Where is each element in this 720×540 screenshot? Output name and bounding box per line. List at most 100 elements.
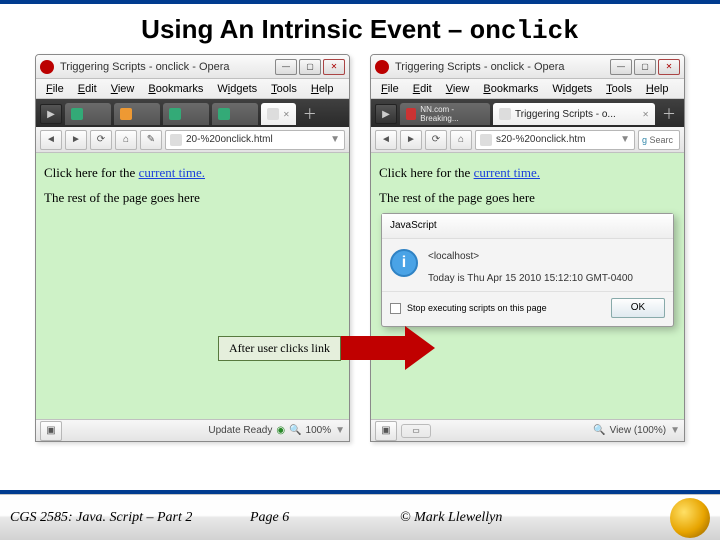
menu-edit[interactable]: Edit — [407, 81, 438, 97]
window-buttons: — ▢ ✕ — [275, 59, 345, 75]
tab-active[interactable]: Triggering Scripts - o... ✕ — [493, 103, 655, 125]
forward-button[interactable]: ► — [400, 130, 422, 150]
tab-favicon — [499, 108, 511, 120]
slide-footer: CGS 2585: Java. Script – Part 2 Page 6 ©… — [0, 490, 720, 540]
tab-bar: ▶ NN.com - Breaking... Triggering Script… — [371, 99, 684, 127]
new-tab-button[interactable]: ＋ — [299, 104, 321, 124]
zoom-value: 100% — [306, 425, 332, 436]
tab-label: Triggering Scripts - o... — [515, 109, 616, 120]
menu-widgets[interactable]: Widgets — [211, 81, 263, 97]
address-favicon — [480, 134, 492, 146]
menu-file[interactable]: File — [375, 81, 405, 97]
page-line-1: Click here for the current time. — [44, 163, 341, 184]
menu-bookmarks[interactable]: Bookmarks — [477, 81, 544, 97]
dialog-ok-button[interactable]: OK — [611, 298, 665, 318]
tab-close-icon[interactable]: ✕ — [642, 110, 649, 119]
footer-page: Page 6 — [250, 510, 400, 526]
page-line-2: The rest of the page goes here — [379, 188, 676, 209]
screenshot-row: Triggering Scripts - onclick - Opera — ▢… — [0, 54, 720, 442]
panel-toggle-button[interactable]: ▶ — [375, 104, 397, 124]
menu-view[interactable]: View — [105, 81, 141, 97]
nav-toolbar: ◄ ► ⟳ ⌂ s20-%20onclick.htm▼ g Searc — [371, 127, 684, 153]
tab-favicon — [406, 108, 416, 120]
dialog-body: i <localhost> Today is Thu Apr 15 2010 1… — [382, 239, 673, 291]
home-button[interactable]: ⌂ — [450, 130, 472, 150]
tab-active[interactable]: ✕ — [261, 103, 296, 125]
callout-arrow: After user clicks link — [218, 326, 435, 370]
arrow-body — [341, 336, 405, 360]
reload-button[interactable]: ⟳ — [425, 130, 447, 150]
menu-file[interactable]: File — [40, 81, 70, 97]
menu-edit[interactable]: Edit — [72, 81, 103, 97]
info-icon: i — [390, 249, 418, 277]
tab-inactive[interactable] — [163, 103, 209, 125]
menu-bookmarks[interactable]: Bookmarks — [142, 81, 209, 97]
tab-inactive[interactable] — [65, 103, 111, 125]
menu-bar: File Edit View Bookmarks Widgets Tools H… — [36, 79, 349, 99]
menu-tools[interactable]: Tools — [265, 81, 303, 97]
tab-favicon — [267, 108, 279, 120]
status-pill[interactable]: ▭ — [401, 424, 431, 438]
stop-scripts-checkbox[interactable] — [390, 303, 401, 314]
javascript-alert-dialog: JavaScript i <localhost> Today is Thu Ap… — [381, 213, 674, 327]
right-browser-window: Triggering Scripts - onclick - Opera — ▢… — [370, 54, 685, 442]
zoom-icon: 🔍 — [289, 425, 301, 436]
window-titlebar: Triggering Scripts - onclick - Opera — ▢… — [371, 55, 684, 79]
minimize-button[interactable]: — — [610, 59, 632, 75]
back-button[interactable]: ◄ — [40, 130, 62, 150]
current-time-link[interactable]: current time. — [139, 165, 205, 180]
opera-icon — [40, 60, 54, 74]
dialog-message: <localhost> Today is Thu Apr 15 2010 15:… — [428, 249, 633, 287]
reload-button[interactable]: ⟳ — [90, 130, 112, 150]
window-close-button[interactable]: ✕ — [658, 59, 680, 75]
window-close-button[interactable]: ✕ — [323, 59, 345, 75]
window-title: Triggering Scripts - onclick - Opera — [60, 61, 275, 73]
panel-toggle-button[interactable]: ▶ — [40, 104, 62, 124]
address-favicon — [170, 134, 182, 146]
status-panel-button[interactable]: ▣ — [375, 421, 397, 441]
slide: Using An Intrinsic Event – onclick Trigg… — [0, 0, 720, 540]
tab-inactive[interactable] — [212, 103, 258, 125]
address-bar[interactable]: s20-%20onclick.htm▼ — [475, 130, 635, 150]
menu-widgets[interactable]: Widgets — [546, 81, 598, 97]
current-time-link[interactable]: current time. — [474, 165, 540, 180]
status-bar: ▣ Update Ready ◉ 🔍 100% ▼ — [36, 419, 349, 441]
maximize-button[interactable]: ▢ — [634, 59, 656, 75]
footer-row: CGS 2585: Java. Script – Part 2 Page 6 ©… — [0, 494, 720, 540]
tab-favicon — [120, 108, 132, 120]
page-line-1: Click here for the current time. — [379, 163, 676, 184]
title-code: onclick — [470, 16, 579, 46]
page-line-2: The rest of the page goes here — [44, 188, 341, 209]
ucf-logo — [670, 498, 710, 538]
search-box[interactable]: g Searc — [638, 130, 680, 150]
menu-bar: File Edit View Bookmarks Widgets Tools H… — [371, 79, 684, 99]
maximize-button[interactable]: ▢ — [299, 59, 321, 75]
window-title: Triggering Scripts - onclick - Opera — [395, 61, 610, 73]
view-zoom: View (100%) — [610, 425, 667, 436]
home-button[interactable]: ⌂ — [115, 130, 137, 150]
arrow-head-icon — [405, 326, 435, 370]
new-tab-button[interactable]: ＋ — [658, 104, 680, 124]
tab-inactive[interactable]: NN.com - Breaking... — [400, 103, 490, 125]
menu-help[interactable]: Help — [640, 81, 675, 97]
minimize-button[interactable]: — — [275, 59, 297, 75]
back-button[interactable]: ◄ — [375, 130, 397, 150]
menu-help[interactable]: Help — [305, 81, 340, 97]
dialog-host: <localhost> — [428, 249, 633, 265]
tab-favicon — [169, 108, 181, 120]
status-panel-button[interactable]: ▣ — [40, 421, 62, 441]
menu-tools[interactable]: Tools — [600, 81, 638, 97]
address-text: s20-%20onclick.htm — [496, 134, 585, 145]
status-text: Update Ready — [208, 425, 272, 436]
tab-inactive[interactable] — [114, 103, 160, 125]
status-bar: ▣ ▭ 🔍 View (100%) ▼ — [371, 419, 684, 441]
menu-view[interactable]: View — [440, 81, 476, 97]
left-browser-window: Triggering Scripts - onclick - Opera — ▢… — [35, 54, 350, 442]
tab-bar: ▶ ✕ ＋ — [36, 99, 349, 127]
address-bar[interactable]: 20-%20onclick.html▼ — [165, 130, 345, 150]
wand-button[interactable]: ✎ — [140, 130, 162, 150]
dialog-text: Today is Thu Apr 15 2010 15:12:10 GMT-04… — [428, 271, 633, 287]
tab-favicon — [71, 108, 83, 120]
forward-button[interactable]: ► — [65, 130, 87, 150]
tab-close-icon[interactable]: ✕ — [283, 110, 290, 119]
